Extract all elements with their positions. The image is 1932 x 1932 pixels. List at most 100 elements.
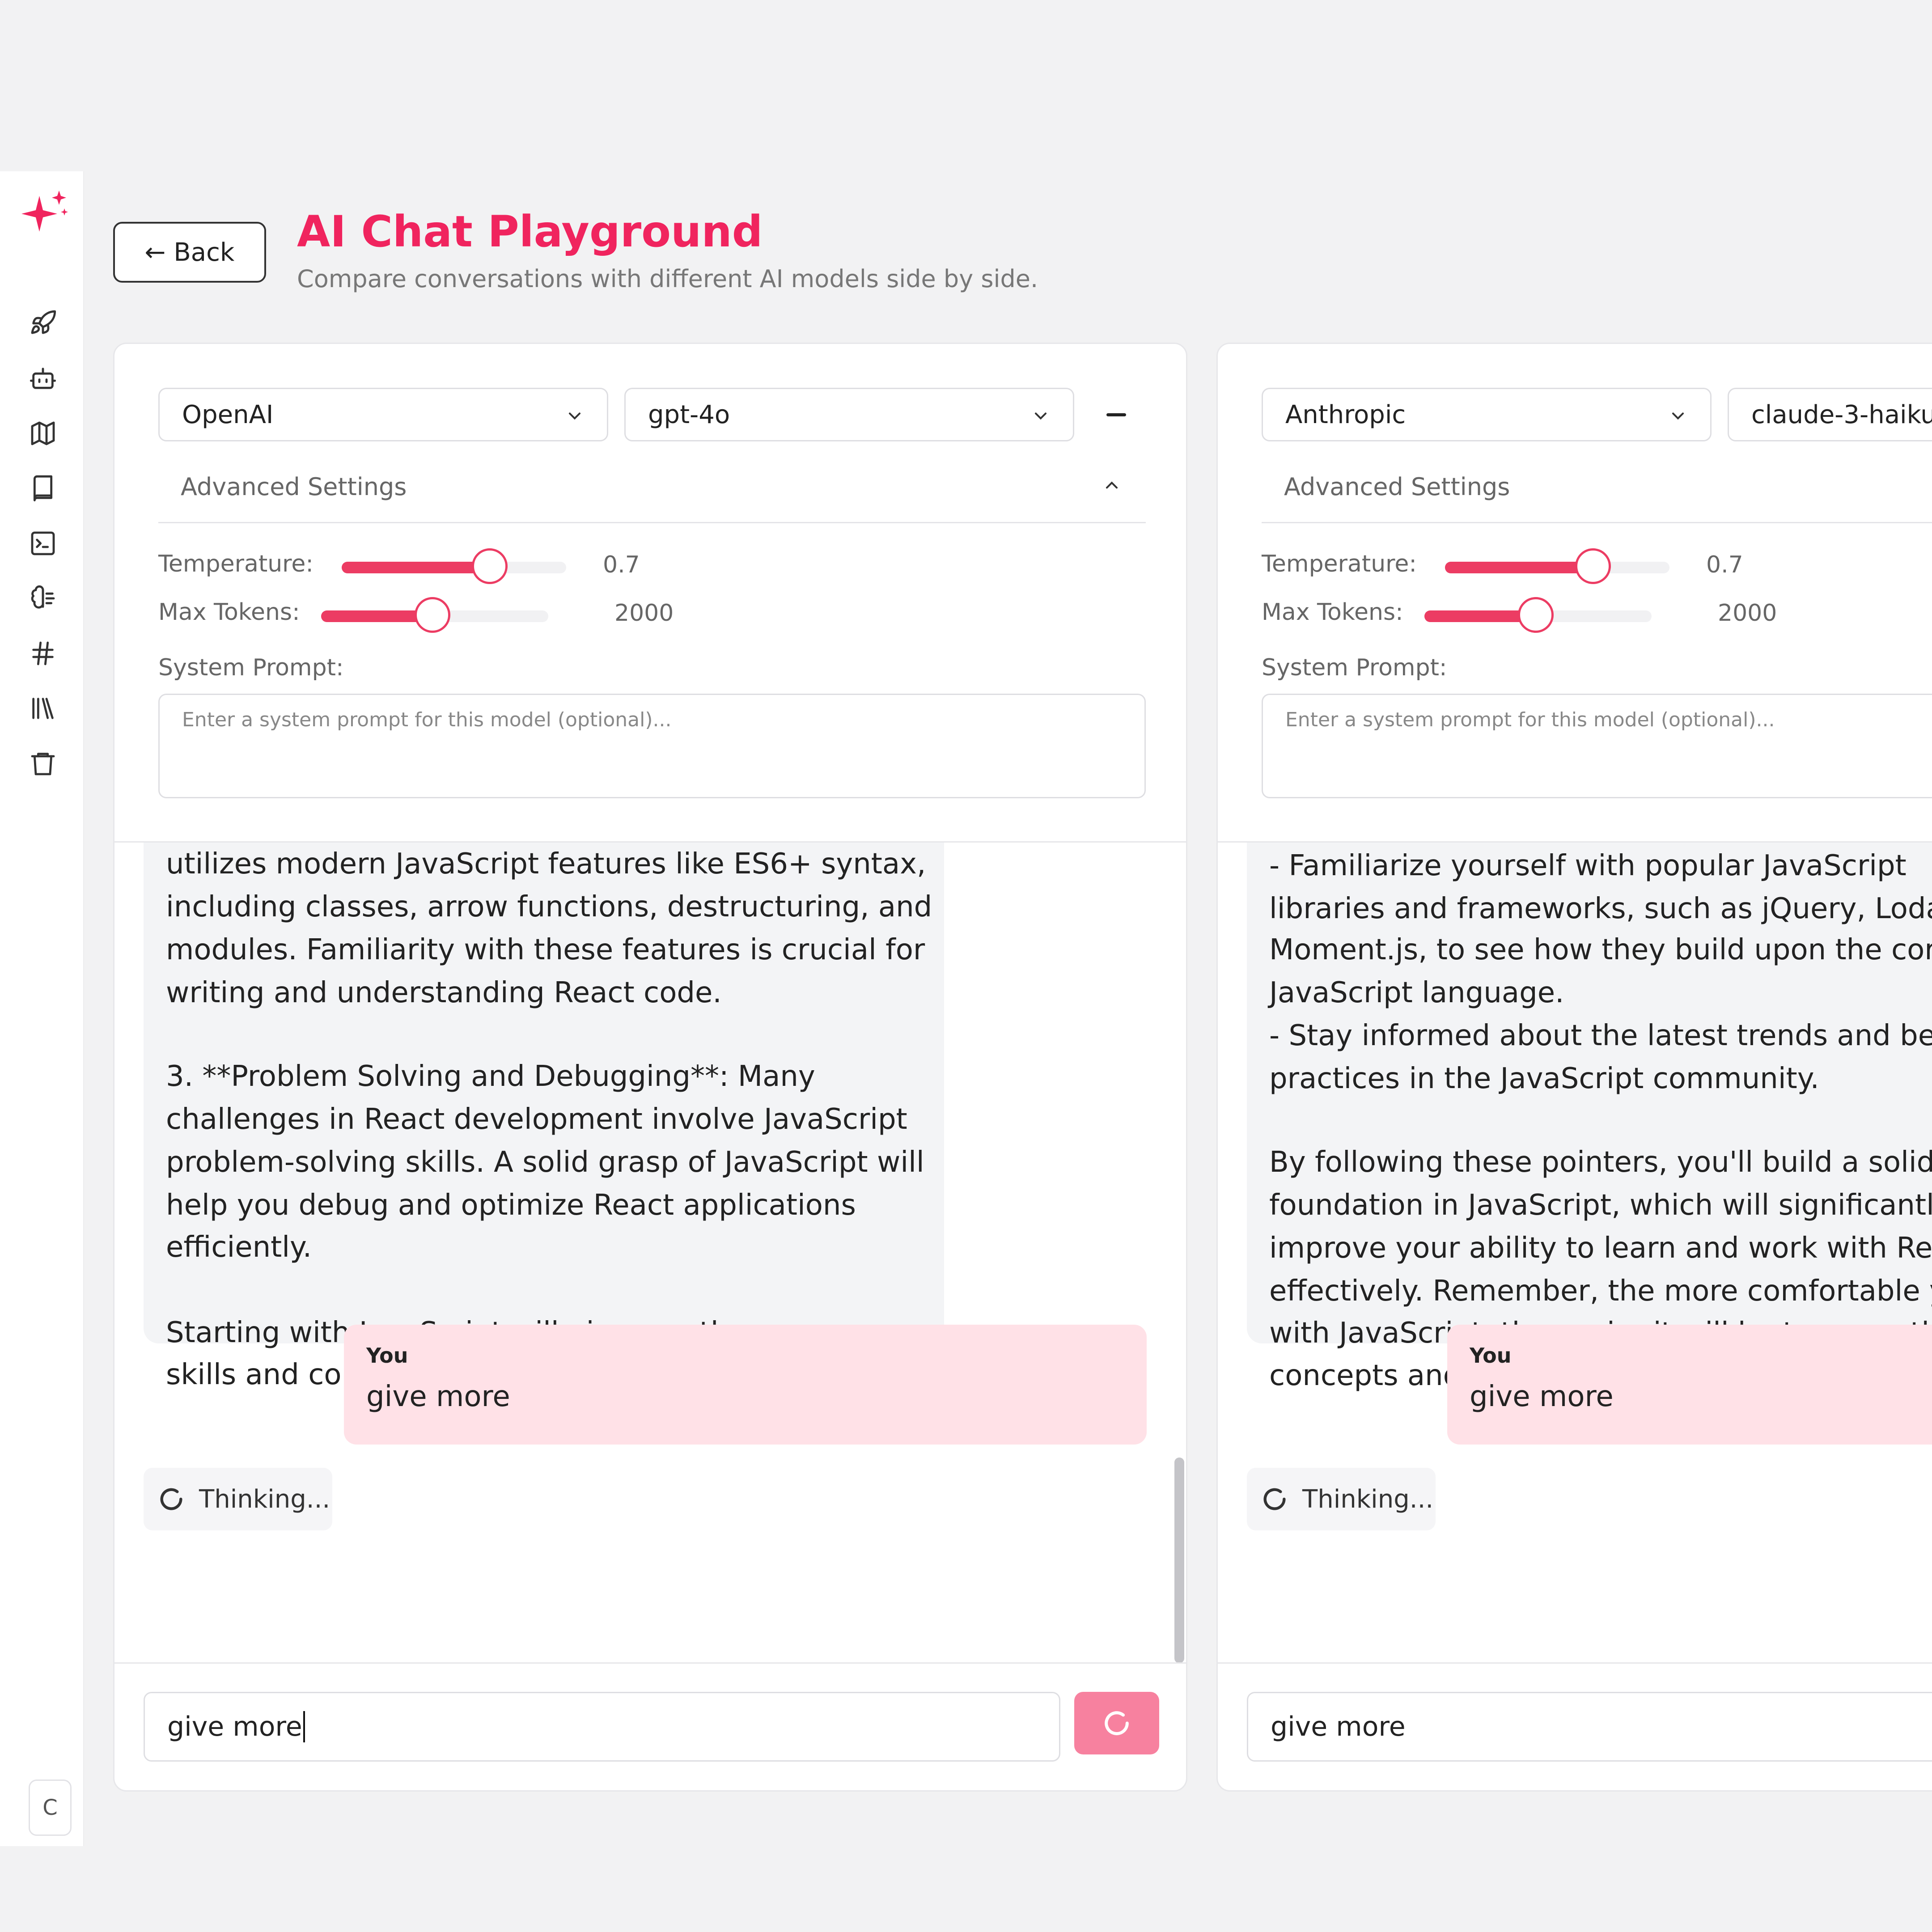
temperature-slider[interactable] <box>1445 548 1669 584</box>
system-prompt-label: System Prompt: <box>158 654 344 681</box>
page-subtitle: Compare conversations with different AI … <box>297 265 1038 293</box>
assistant-message: utilizes modern JavaScript features like… <box>144 843 944 1391</box>
message-line: practices in the JavaScript community. <box>1269 1062 1819 1095</box>
scrollbar-thumb[interactable] <box>1174 1457 1184 1663</box>
user-message: You give more <box>1447 1325 1932 1445</box>
max-tokens-slider[interactable] <box>321 597 548 633</box>
text-caret <box>303 1711 305 1742</box>
max-tokens-label: Max Tokens: <box>158 599 300 626</box>
thinking-text: Thinking... <box>1302 1484 1434 1514</box>
chevron-down-icon <box>1672 412 1684 420</box>
chat-messages[interactable]: utilizes modern JavaScript features like… <box>114 843 1186 1661</box>
message-line: help you debug and optimize React applic… <box>166 1189 856 1222</box>
chevron-up-icon <box>1106 481 1118 489</box>
temperature-value: 0.7 <box>1706 551 1743 578</box>
book-icon[interactable] <box>26 471 60 505</box>
message-input[interactable]: give more <box>1247 1692 1932 1762</box>
chevron-down-icon <box>1034 412 1047 420</box>
message-line: By following these pointers, you'll buil… <box>1269 1146 1932 1179</box>
system-prompt-label: System Prompt: <box>1262 654 1447 681</box>
message-input-value: give more <box>167 1711 302 1742</box>
page-title: AI Chat Playground <box>297 207 763 257</box>
max-tokens-slider-thumb[interactable] <box>1517 597 1554 633</box>
divider <box>1218 1662 1932 1664</box>
terminal-icon[interactable] <box>26 526 60 560</box>
hash-icon[interactable] <box>26 636 60 670</box>
advanced-settings-toggle[interactable]: Advanced Settings <box>1262 451 1932 523</box>
advanced-settings-toggle[interactable]: Advanced Settings <box>158 451 1146 523</box>
max-tokens-value: 2000 <box>1718 600 1777 627</box>
thinking-indicator: Thinking... <box>144 1468 332 1530</box>
map-icon[interactable] <box>26 416 60 450</box>
provider-select-value: Anthropic <box>1285 400 1406 429</box>
back-button[interactable]: ← Back <box>113 222 266 283</box>
provider-select[interactable]: Anthropic <box>1262 388 1712 441</box>
advanced-settings-label: Advanced Settings <box>181 473 407 501</box>
divider <box>114 1662 1186 1664</box>
model-select[interactable]: claude-3-haiku <box>1728 388 1932 441</box>
message-line: - Stay informed about the latest trends … <box>1269 1019 1932 1052</box>
message-input[interactable]: give more <box>144 1692 1060 1762</box>
user-message: You give more <box>344 1325 1147 1445</box>
message-line: including classes, arrow functions, dest… <box>166 890 932 924</box>
system-prompt-input[interactable] <box>1262 694 1932 798</box>
remove-panel-button[interactable] <box>1098 397 1134 432</box>
model-select-value: claude-3-haiku <box>1751 400 1932 429</box>
user-message-text: give more <box>1470 1380 1614 1413</box>
message-line: improve your ability to learn and work w… <box>1269 1232 1932 1265</box>
message-line: foundation in JavaScript, which will sig… <box>1269 1189 1932 1222</box>
chevron-down-icon <box>568 412 581 420</box>
message-line: - Familiarize yourself with popular Java… <box>1269 849 1907 882</box>
brain-icon[interactable] <box>26 581 60 615</box>
model-select[interactable]: gpt-4o <box>624 388 1074 441</box>
max-tokens-value: 2000 <box>614 600 674 627</box>
sidebar-collapse-button[interactable]: C <box>29 1779 72 1836</box>
message-line: libraries and frameworks, such as jQuery… <box>1269 892 1932 925</box>
message-line: modules. Familiarity with these features… <box>166 933 925 966</box>
user-label: You <box>1470 1343 1512 1368</box>
provider-select-value: OpenAI <box>182 400 274 429</box>
message-line: JavaScript language. <box>1269 976 1564 1009</box>
advanced-settings-label: Advanced Settings <box>1284 473 1510 501</box>
sidebar: C <box>0 171 84 1846</box>
message-line: effectively. Remember, the more comforta… <box>1269 1275 1932 1308</box>
message-line: challenges in React development involve … <box>166 1103 907 1136</box>
temperature-label: Temperature: <box>158 551 314 577</box>
message-line: writing and understanding React code. <box>166 976 722 1009</box>
message-line: Moment.js, to see how they build upon th… <box>1269 933 1932 966</box>
max-tokens-slider[interactable] <box>1424 597 1652 633</box>
user-label: You <box>366 1343 408 1368</box>
library-icon[interactable] <box>26 691 60 725</box>
message-line: 3. **Problem Solving and Debugging**: Ma… <box>166 1060 815 1093</box>
max-tokens-label: Max Tokens: <box>1262 599 1403 626</box>
message-input-value: give more <box>1271 1711 1406 1742</box>
system-prompt-input[interactable] <box>158 694 1146 798</box>
max-tokens-slider-thumb[interactable] <box>414 597 450 633</box>
minus-icon <box>1106 413 1126 416</box>
rocket-icon[interactable] <box>26 306 60 340</box>
provider-select[interactable]: OpenAI <box>158 388 608 441</box>
spinner-icon <box>1105 1711 1129 1735</box>
temperature-slider[interactable] <box>342 548 566 584</box>
thinking-indicator: Thinking... <box>1247 1468 1436 1530</box>
spinner-icon <box>160 1488 182 1510</box>
temperature-value: 0.7 <box>603 551 640 578</box>
thinking-text: Thinking... <box>199 1484 330 1514</box>
sparkle-logo-icon[interactable] <box>18 187 72 241</box>
trash-icon[interactable] <box>26 746 60 780</box>
temperature-slider-thumb[interactable] <box>472 548 508 584</box>
assistant-message: - Familiarize yourself with popular Java… <box>1247 843 1932 1392</box>
message-line: efficiently. <box>166 1231 312 1264</box>
message-line: problem-solving skills. A solid grasp of… <box>166 1146 924 1179</box>
spinner-icon <box>1263 1488 1286 1510</box>
chat-panel-anthropic: Anthropic claude-3-haiku Advanced Settin… <box>1216 343 1932 1792</box>
model-select-value: gpt-4o <box>648 400 730 429</box>
chat-panel-openai: OpenAI gpt-4o Advanced Settings Temperat… <box>113 343 1187 1792</box>
temperature-label: Temperature: <box>1262 551 1417 577</box>
message-line: utilizes modern JavaScript features like… <box>166 847 926 881</box>
bot-icon[interactable] <box>26 361 60 395</box>
temperature-slider-thumb[interactable] <box>1575 548 1611 584</box>
chat-messages[interactable]: - Familiarize yourself with popular Java… <box>1218 843 1932 1661</box>
user-message-text: give more <box>366 1380 510 1413</box>
send-button[interactable] <box>1074 1692 1159 1754</box>
